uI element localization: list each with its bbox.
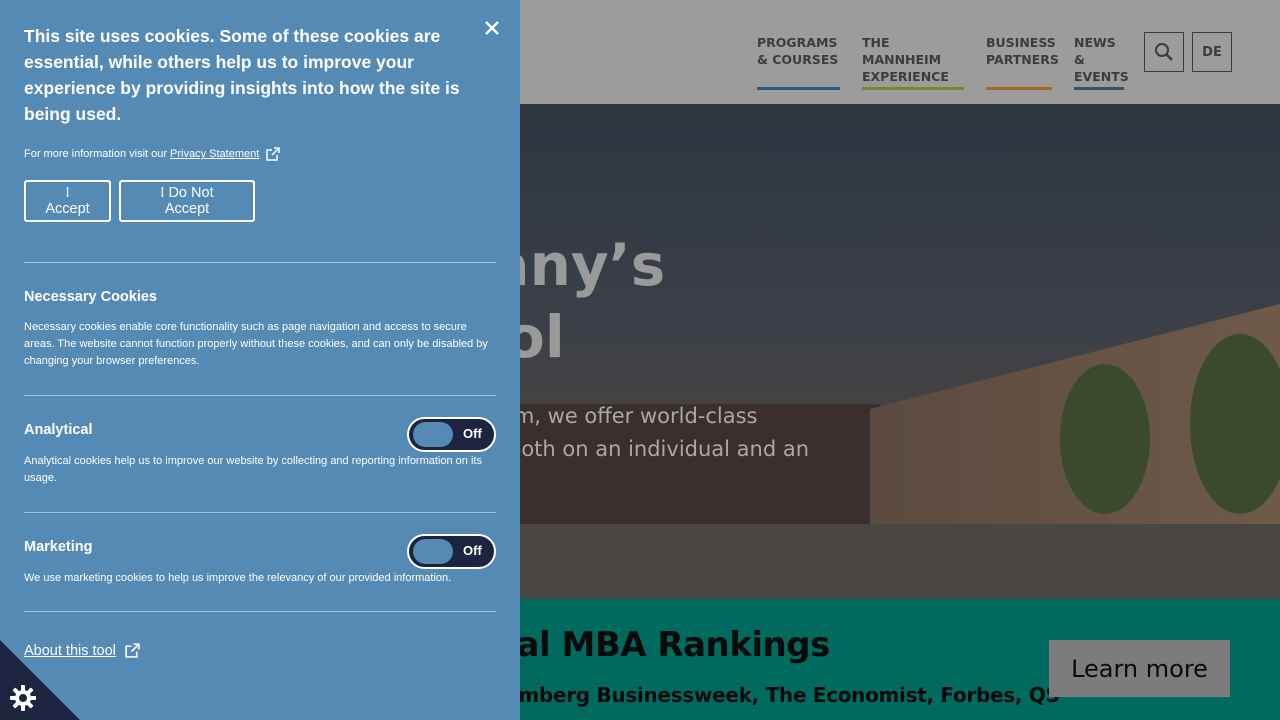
toggle-knob (413, 422, 453, 447)
toggle-state-label: Off (463, 426, 482, 441)
external-link-icon (125, 643, 140, 658)
divider (24, 262, 496, 263)
main-nav: PROGRAMS & COURSES THE MANNHEIM EXPERIEN… (757, 34, 1129, 90)
analytical-cookies-description: Analytical cookies help us to improve ou… (24, 455, 482, 484)
nav-business-partners[interactable]: BUSINESS PARTNERS (986, 34, 1059, 90)
hero-image-tree (1190, 334, 1280, 514)
close-icon (485, 21, 499, 35)
search-icon (1155, 43, 1173, 61)
privacy-info: For more information visit our Privacy S… (24, 145, 281, 163)
nav-mannheim-experience[interactable]: THE MANNHEIM EXPERIENCE (862, 34, 964, 90)
nav-programs-courses[interactable]: PROGRAMS & COURSES (757, 34, 840, 90)
banner-subtitle: Bloomberg Businessweek, The Economist, F… (470, 683, 1060, 707)
learn-more-button[interactable]: Learn more (1049, 640, 1230, 697)
analytical-cookies-title: Analytical (24, 422, 93, 438)
divider (24, 611, 496, 612)
divider (24, 512, 496, 513)
close-button[interactable] (480, 16, 504, 40)
privacy-statement-link[interactable]: Privacy Statement (170, 145, 259, 163)
toggle-knob (413, 539, 453, 564)
analytical-cookies-toggle[interactable]: Off (407, 417, 496, 452)
cookie-heading: This site uses cookies. Some of these co… (24, 26, 460, 124)
necessary-cookies-description: Necessary cookies enable core functional… (24, 321, 488, 367)
search-button[interactable] (1144, 32, 1184, 72)
accept-button[interactable]: I Accept (24, 180, 111, 222)
hero-image-tree (1060, 364, 1150, 514)
necessary-cookies-title: Necessary Cookies (24, 289, 157, 305)
external-link-icon (266, 147, 281, 161)
language-switch-button[interactable]: DE (1192, 32, 1232, 72)
cookie-consent-panel: This site uses cookies. Some of these co… (0, 0, 520, 720)
nav-news-events[interactable]: NEWS & EVENTS (1074, 34, 1129, 90)
toggle-state-label: Off (463, 543, 482, 558)
gear-icon (10, 685, 36, 711)
do-not-accept-button[interactable]: I Do Not Accept (119, 180, 255, 222)
banner-title: onal MBA Rankings (470, 625, 830, 665)
cookie-settings-button[interactable] (0, 640, 80, 720)
marketing-cookies-toggle[interactable]: Off (407, 534, 496, 569)
divider (24, 395, 496, 396)
marketing-cookies-description: We use marketing cookies to help us impr… (24, 572, 452, 584)
marketing-cookies-title: Marketing (24, 539, 93, 555)
